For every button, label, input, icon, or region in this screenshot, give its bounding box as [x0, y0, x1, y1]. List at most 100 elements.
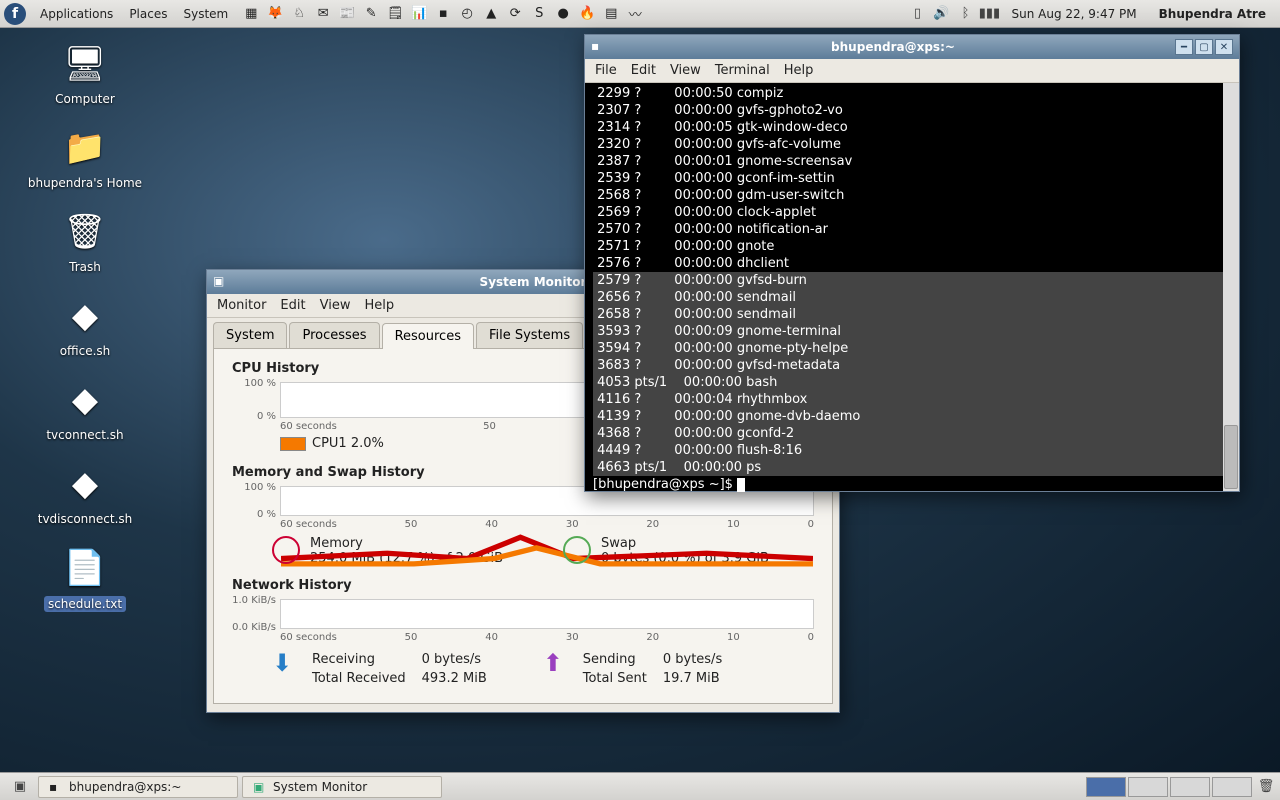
launcher-chess-icon[interactable]: ♘	[288, 3, 310, 25]
fedora-logo-icon[interactable]: f	[4, 3, 26, 25]
task-sysmon-icon: ▣	[253, 780, 267, 794]
maximize-button[interactable]: ▢	[1195, 39, 1213, 55]
net-values: ⬇ Receiving0 bytes/s Total Received493.2…	[272, 649, 814, 689]
task-terminal[interactable]: ▪ bhupendra@xps:~	[38, 776, 238, 798]
memory-gauge-icon	[272, 536, 300, 564]
terminal-menubar: File Edit View Terminal Help	[585, 59, 1239, 83]
sysmon-menu-help[interactable]: Help	[364, 298, 394, 313]
task-sysmon[interactable]: ▣ System Monitor	[242, 776, 442, 798]
menu-places[interactable]: Places	[121, 7, 175, 21]
cpu-ylab-top: 100 %	[232, 378, 276, 389]
launcher-row: ▦🦊♘✉📰✎🗒📊▪◴▲⟳S●🔥▤〰	[236, 3, 650, 25]
launcher-chart-icon[interactable]: 📊	[408, 3, 430, 25]
volume-icon[interactable]: 🔊	[931, 4, 951, 24]
sent-rate: 0 bytes/s	[663, 651, 736, 668]
terminal-output[interactable]: 2299 ? 00:00:50 compiz 2307 ? 00:00:00 g…	[585, 83, 1239, 491]
tvdisconnect-icon: ◆	[61, 460, 109, 508]
tvdisconnect-label: tvdisconnect.sh	[38, 512, 133, 526]
menu-system[interactable]: System	[175, 7, 236, 21]
sent-label: Sending	[583, 651, 661, 668]
office-icon: ◆	[61, 292, 109, 340]
home-icon: 📁	[61, 124, 109, 172]
sysmon-title-icon: ▣	[213, 274, 229, 290]
tab-processes[interactable]: Processes	[289, 322, 379, 348]
desktop-icon-computer[interactable]: 🖥Computer	[10, 40, 160, 106]
launcher-disk-icon[interactable]: ◴	[456, 3, 478, 25]
desktop-icon-schedule[interactable]: 📄schedule.txt	[10, 544, 160, 612]
sent-total: 19.7 MiB	[663, 670, 736, 687]
clock-label[interactable]: Sun Aug 22, 9:47 PM	[1003, 7, 1144, 21]
launcher-vlc-icon[interactable]: ▲	[480, 3, 502, 25]
trash-panel-icon[interactable]: 🗑	[1256, 777, 1276, 797]
launcher-berry-icon[interactable]: ●	[552, 3, 574, 25]
user-name-label[interactable]: Bhupendra Atre	[1149, 7, 1276, 21]
launcher-rss-icon[interactable]: 📰	[336, 3, 358, 25]
launcher-update-icon[interactable]: ⟳	[504, 3, 526, 25]
workspace-2[interactable]	[1128, 777, 1168, 797]
system-tray: ▯ 🔊 ᛒ ▮▮▮ Sun Aug 22, 9:47 PM Bhupendra …	[907, 4, 1276, 24]
launcher-wave-icon[interactable]: 〰	[624, 3, 646, 25]
launcher-mail-icon[interactable]: ✉	[312, 3, 334, 25]
terminal-scroll-thumb[interactable]	[1224, 425, 1238, 489]
term-menu-file[interactable]: File	[595, 63, 617, 78]
task-terminal-label: bhupendra@xps:~	[69, 780, 181, 794]
launcher-editor-icon[interactable]: ✎	[360, 3, 382, 25]
network-icon[interactable]: ▮▮▮	[979, 4, 999, 24]
cpu-ylab-bot: 0 %	[232, 411, 276, 422]
launcher-fire-icon[interactable]: 🔥	[576, 3, 598, 25]
home-label: bhupendra's Home	[28, 176, 142, 190]
launcher-notes-icon[interactable]: 🗒	[384, 3, 406, 25]
launcher-terminal-icon[interactable]: ▪	[432, 3, 454, 25]
tvconnect-icon: ◆	[61, 376, 109, 424]
desktop-icon-trash[interactable]: 🗑Trash	[10, 208, 160, 274]
tab-system[interactable]: System	[213, 322, 287, 348]
launcher-firefox-icon[interactable]: 🦊	[264, 3, 286, 25]
tvconnect-label: tvconnect.sh	[46, 428, 123, 442]
office-label: office.sh	[60, 344, 111, 358]
menu-applications[interactable]: Applications	[32, 7, 121, 21]
launcher-vbox-icon[interactable]: ▦	[240, 3, 262, 25]
desktop-icon-tvdisconnect[interactable]: ◆ tvdisconnect.sh	[10, 460, 160, 526]
battery-icon[interactable]: ▯	[907, 4, 927, 24]
terminal-titlebar[interactable]: ▪ bhupendra@xps:~ ━ ▢ ✕	[585, 35, 1239, 59]
launcher-spreadsheet-icon[interactable]: ▤	[600, 3, 622, 25]
desktop-icons: 🖥Computer 📁 bhupendra's Home 🗑Trash ◆ office.…	[10, 40, 180, 630]
task-terminal-icon: ▪	[49, 780, 63, 794]
sysmon-menu-view[interactable]: View	[320, 298, 351, 313]
tab-resources[interactable]: Resources	[382, 323, 474, 349]
top-panel: f Applications Places System ▦🦊♘✉📰✎🗒📊▪◴▲…	[0, 0, 1280, 28]
sysmon-menu-edit[interactable]: Edit	[280, 298, 305, 313]
recv-total-label: Total Received	[312, 670, 420, 687]
bluetooth-icon[interactable]: ᛒ	[955, 4, 975, 24]
trash-icon: 🗑	[61, 208, 109, 256]
launcher-skype-icon[interactable]: S	[528, 3, 550, 25]
close-button[interactable]: ✕	[1215, 39, 1233, 55]
workspace-3[interactable]	[1170, 777, 1210, 797]
terminal-window-buttons: ━ ▢ ✕	[1175, 39, 1233, 55]
workspace-4[interactable]	[1212, 777, 1252, 797]
term-menu-view[interactable]: View	[670, 63, 701, 78]
schedule-icon: 📄	[61, 544, 109, 592]
show-desktop-icon[interactable]: ▣	[10, 777, 30, 797]
task-sysmon-label: System Monitor	[273, 780, 367, 794]
tab-filesystems[interactable]: File Systems	[476, 322, 583, 348]
minimize-button[interactable]: ━	[1175, 39, 1193, 55]
terminal-window: ▪ bhupendra@xps:~ ━ ▢ ✕ File Edit View T…	[584, 34, 1240, 492]
desktop-icon-tvconnect[interactable]: ◆ tvconnect.sh	[10, 376, 160, 442]
sysmon-menu-monitor[interactable]: Monitor	[217, 298, 266, 313]
recv-total: 493.2 MiB	[422, 670, 501, 687]
upload-arrow-icon: ⬆	[543, 649, 573, 689]
term-menu-terminal[interactable]: Terminal	[715, 63, 770, 78]
desktop-icon-office[interactable]: ◆ office.sh	[10, 292, 160, 358]
term-menu-edit[interactable]: Edit	[631, 63, 656, 78]
terminal-scrollbar[interactable]	[1223, 83, 1239, 491]
computer-icon: 🖥	[61, 40, 109, 88]
terminal-title-icon: ▪	[591, 39, 607, 55]
workspace-1[interactable]	[1086, 777, 1126, 797]
term-menu-help[interactable]: Help	[784, 63, 814, 78]
terminal-title: bhupendra@xps:~	[611, 40, 1175, 54]
workspace-switcher[interactable]	[1086, 777, 1256, 797]
desktop-icon-home[interactable]: 📁 bhupendra's Home	[10, 124, 160, 190]
download-arrow-icon: ⬇	[272, 649, 302, 689]
net-history-title: Network History	[232, 578, 814, 593]
